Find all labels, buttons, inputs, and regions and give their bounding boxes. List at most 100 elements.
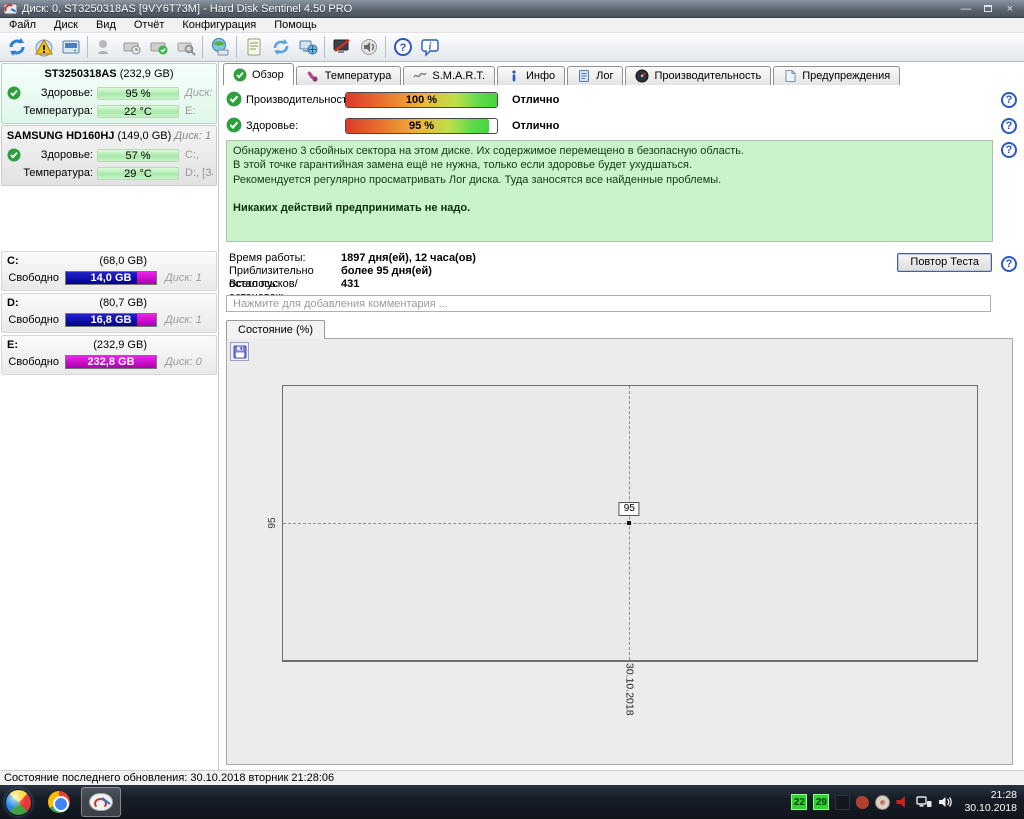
save-chart-button[interactable] bbox=[230, 342, 249, 361]
refresh-button[interactable] bbox=[3, 34, 30, 60]
main-panel: Обзор Температура S.M.A.R.T. Инфо Лог Пр… bbox=[220, 62, 1024, 770]
menu-configuration[interactable]: Конфигурация bbox=[173, 18, 265, 33]
alerts-button[interactable] bbox=[30, 34, 57, 60]
help-icon[interactable]: ? bbox=[1001, 92, 1017, 108]
menu-report[interactable]: Отчёт bbox=[125, 18, 173, 33]
stat-value: 431 bbox=[341, 278, 360, 290]
overview-check-icon bbox=[233, 68, 247, 81]
chart-tab-state[interactable]: Состояние (%) bbox=[226, 320, 326, 339]
partition-size: (80,7 GB) bbox=[99, 297, 147, 309]
status-message-box: Обнаружено 3 сбойных сектора на этом дис… bbox=[226, 140, 993, 242]
help-icon[interactable]: ? bbox=[1001, 256, 1017, 272]
chart-plot-area[interactable]: 95 95 30.10.2018 bbox=[267, 385, 978, 716]
health-row: Здоровье: 95 % Отлично bbox=[226, 117, 559, 135]
surface-test-button[interactable] bbox=[91, 34, 118, 60]
network-button[interactable] bbox=[206, 34, 233, 60]
alerts-page-icon bbox=[785, 70, 796, 82]
disk-size: (149,0 GB) bbox=[117, 130, 172, 142]
analyze-icon bbox=[177, 42, 196, 56]
disk-button[interactable] bbox=[57, 34, 84, 60]
tray-app-icon[interactable] bbox=[835, 794, 851, 810]
toolbar-separator bbox=[202, 36, 203, 58]
report-button[interactable] bbox=[240, 34, 267, 60]
close-button[interactable]: × bbox=[1004, 3, 1016, 14]
retest-button[interactable]: Повтор Теста bbox=[897, 253, 992, 272]
display-settings-button[interactable] bbox=[328, 34, 355, 60]
report-icon bbox=[247, 38, 260, 56]
maximize-button[interactable] bbox=[982, 4, 994, 14]
drive-letters: E: bbox=[185, 105, 196, 117]
tray-volume-icon[interactable] bbox=[938, 795, 954, 809]
window-title: Диск: 0, ST3250318AS [9VY6T73M] - Hard D… bbox=[22, 2, 353, 15]
about-button[interactable]: i bbox=[416, 34, 443, 60]
title-bar[interactable]: Диск: 0, ST3250318AS [9VY6T73M] - Hard D… bbox=[0, 0, 1024, 18]
help-button[interactable]: ? bbox=[389, 34, 416, 60]
partition-item-d[interactable]: D: (80,7 GB) Свободно 16,8 GB Диск: 1 bbox=[1, 293, 217, 333]
free-label: Свободно bbox=[8, 356, 59, 368]
disk-sidebar: ST3250318AS (232,9 GB) Здоровье: 95 % Ди… bbox=[0, 62, 219, 770]
health-bar: 57 % bbox=[97, 148, 179, 162]
toolbar-separator bbox=[385, 36, 386, 58]
taskbar-hdsentinel-button[interactable] bbox=[81, 787, 121, 817]
tray-temp-badge-1[interactable]: 22 bbox=[791, 794, 808, 810]
performance-meter: 100 % bbox=[345, 92, 498, 108]
stat-row: Всего пусков/остановок: 431 bbox=[229, 278, 476, 303]
hdsentinel-icon bbox=[89, 793, 113, 811]
taskbar-chrome-button[interactable] bbox=[39, 787, 79, 817]
tab-overview[interactable]: Обзор bbox=[223, 63, 294, 85]
warning-icon bbox=[34, 38, 53, 57]
tab-info[interactable]: Инфо bbox=[496, 66, 566, 85]
quick-test-button[interactable] bbox=[145, 34, 172, 60]
help-icon[interactable]: ? bbox=[1001, 118, 1017, 134]
temperature-label: Температура: bbox=[23, 167, 93, 179]
tray-muted-speaker-icon[interactable] bbox=[896, 796, 905, 808]
taskbar: 22 29 21:28 30.10.2018 bbox=[0, 785, 1024, 819]
sync-button[interactable] bbox=[267, 34, 294, 60]
tray-app-icon[interactable] bbox=[856, 795, 870, 809]
menu-view[interactable]: Вид bbox=[87, 18, 125, 33]
chart-data-point[interactable] bbox=[627, 521, 632, 525]
lifetime-stats: Время работы: 1897 дня(ей), 12 часа(ов) … bbox=[229, 252, 476, 303]
tray-temp-badge-2[interactable]: 29 bbox=[813, 794, 830, 810]
menu-help[interactable]: Помощь bbox=[265, 18, 326, 33]
health-ok-icon bbox=[7, 86, 21, 100]
comment-input[interactable] bbox=[226, 295, 991, 312]
info-icon bbox=[512, 70, 516, 82]
partition-item-e[interactable]: E: (232,9 GB) Свободно 232,8 GB Диск: 0 bbox=[1, 335, 217, 375]
tab-log[interactable]: Лог bbox=[567, 66, 624, 85]
tray-network-icon[interactable] bbox=[916, 795, 932, 809]
health-ok-icon bbox=[226, 117, 242, 132]
help-icon[interactable]: ? bbox=[1001, 142, 1017, 158]
svg-text:i: i bbox=[428, 42, 431, 53]
tab-temperature[interactable]: Температура bbox=[295, 66, 402, 85]
disk-item-samsung-hd160hj[interactable]: SAMSUNG HD160HJ (149,0 GB) Диск: 1 Здоро… bbox=[1, 125, 217, 186]
drive-letters: D:, [Зарезер bbox=[185, 167, 213, 179]
minimize-button[interactable]: — bbox=[960, 3, 972, 14]
disk-name: SAMSUNG HD160HJ bbox=[6, 130, 115, 142]
health-label: Здоровье: bbox=[40, 87, 93, 99]
health-value: 95 % bbox=[408, 120, 435, 132]
disk-item-st3250318as[interactable]: ST3250318AS (232,9 GB) Здоровье: 95 % Ди… bbox=[1, 63, 217, 124]
remote-button[interactable] bbox=[294, 34, 321, 60]
surface-test-icon bbox=[97, 40, 108, 54]
start-button[interactable] bbox=[5, 788, 32, 816]
menu-file[interactable]: Файл bbox=[0, 18, 45, 33]
disk-number-label: Диск: 0 bbox=[185, 87, 213, 99]
tab-bar: Обзор Температура S.M.A.R.T. Инфо Лог Пр… bbox=[223, 62, 1024, 85]
smart-icon bbox=[413, 72, 428, 78]
floppy-save-icon bbox=[233, 345, 246, 358]
partition-item-c[interactable]: C: (68,0 GB) Свободно 14,0 GB Диск: 1 bbox=[1, 251, 217, 291]
disk-number-label: Диск: 1 bbox=[165, 272, 202, 284]
tab-alerts[interactable]: Предупреждения bbox=[773, 66, 901, 85]
scheduled-test-button[interactable] bbox=[118, 34, 145, 60]
tab-performance[interactable]: Производительность bbox=[625, 66, 772, 85]
menu-disk[interactable]: Диск bbox=[45, 18, 87, 33]
partition-letter: E: bbox=[7, 339, 18, 351]
message-line: Обнаружено 3 сбойных сектора на этом дис… bbox=[233, 145, 745, 157]
sound-settings-button[interactable] bbox=[355, 34, 382, 60]
tray-app-icon[interactable] bbox=[875, 794, 891, 810]
taskbar-clock[interactable]: 21:28 30.10.2018 bbox=[964, 789, 1017, 815]
analyze-button[interactable] bbox=[172, 34, 199, 60]
tab-smart[interactable]: S.M.A.R.T. bbox=[403, 66, 495, 85]
free-space-bar: 14,0 GB bbox=[65, 271, 157, 285]
